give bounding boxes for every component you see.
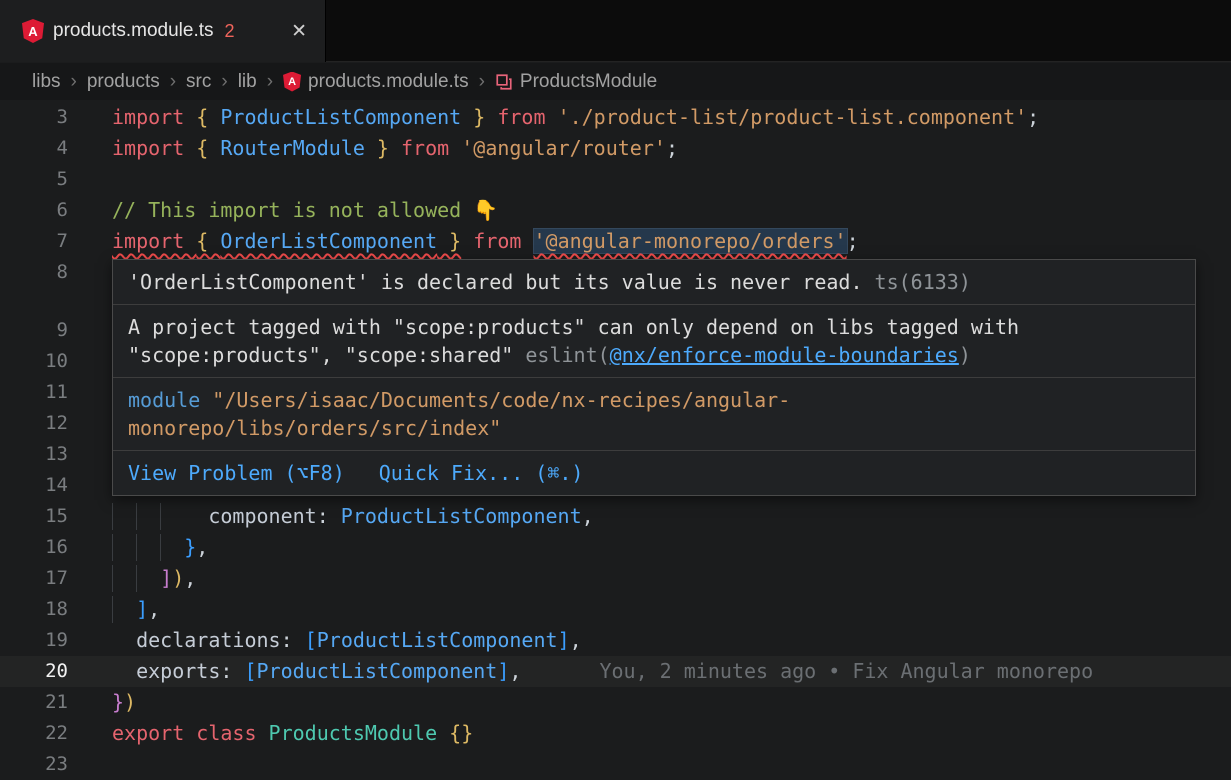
indent-guide: [112, 596, 113, 623]
code-line[interactable]: import { ProductListComponent } from './…: [112, 102, 1231, 133]
angular-icon: A: [283, 72, 301, 92]
hover-message-row: 'OrderListComponent' is declared but its…: [113, 260, 1195, 305]
angular-icon: A: [22, 19, 44, 43]
class-symbol-icon: [495, 73, 513, 91]
tab-problem-count-badge: 2: [225, 21, 235, 42]
chevron-right-icon: ›: [71, 71, 77, 93]
indent-guide: [112, 534, 113, 561]
code-line[interactable]: exports: [ProductListComponent],You, 2 m…: [112, 656, 1231, 687]
code-line[interactable]: import { OrderListComponent } from '@ang…: [112, 226, 1231, 257]
code-line[interactable]: declarations: [ProductListComponent],: [112, 625, 1231, 656]
tab-products-module[interactable]: A products.module.ts 2 ✕: [0, 0, 326, 62]
breadcrumb-item-lib[interactable]: lib: [238, 71, 257, 93]
hover-message-row: A project tagged with "scope:products" c…: [113, 305, 1195, 378]
hover-text: ): [959, 343, 971, 367]
hover-text: "/Users/isaac/Documents/code/nx-recipes/…: [212, 388, 790, 412]
breadcrumb-label: ProductsModule: [520, 71, 657, 93]
eslint-rule-link[interactable]: @nx/enforce-module-boundaries: [610, 343, 959, 367]
breadcrumb-item-file[interactable]: A products.module.ts: [283, 71, 469, 93]
editor[interactable]: 34567891011121314151617181920212223 impo…: [0, 100, 1231, 780]
breadcrumb-item-src[interactable]: src: [186, 71, 211, 93]
hover-actions: View Problem (⌥F8) Quick Fix... (⌘.): [113, 451, 1195, 495]
code-line[interactable]: ]),: [112, 563, 1231, 594]
indent-guide: [160, 534, 161, 561]
code-line[interactable]: import { RouterModule } from '@angular/r…: [112, 133, 1231, 164]
view-problem-action[interactable]: View Problem (⌥F8): [128, 459, 345, 487]
error-hover-widget: 'OrderListComponent' is declared but its…: [112, 259, 1196, 496]
indent-guide: [136, 534, 137, 561]
tab-title: products.module.ts: [53, 20, 214, 42]
hover-text: monorepo/libs/orders/src/index": [128, 416, 501, 440]
breadcrumb-label: src: [186, 71, 211, 93]
git-blame-annotation: You, 2 minutes ago • Fix Angular monorep…: [599, 659, 1093, 683]
breadcrumb-label: products: [87, 71, 160, 93]
indent-guide: [136, 503, 137, 530]
hover-text: 'OrderListComponent' is declared but its…: [128, 270, 863, 294]
code-line[interactable]: ],: [112, 594, 1231, 625]
tab-bar: A products.module.ts 2 ✕: [0, 0, 1231, 62]
indent-guide: [160, 503, 161, 530]
hover-text: A project tagged with "scope:products" c…: [128, 315, 1019, 339]
code-line[interactable]: // This import is not allowed 👇: [112, 195, 1231, 226]
hover-text: eslint(: [525, 343, 609, 367]
close-icon[interactable]: ✕: [291, 20, 307, 43]
code-line[interactable]: component: ProductListComponent,: [112, 501, 1231, 532]
indent-guide: [136, 565, 137, 592]
hover-text: ts(6133): [863, 270, 971, 294]
hover-text: "scope:products", "scope:shared": [128, 343, 525, 367]
breadcrumb-label: libs: [32, 71, 61, 93]
breadcrumb-label: lib: [238, 71, 257, 93]
indent-guide: [112, 565, 113, 592]
chevron-right-icon: ›: [267, 71, 273, 93]
chevron-right-icon: ›: [170, 71, 176, 93]
breadcrumb-item-libs[interactable]: libs: [32, 71, 61, 93]
chevron-right-icon: ›: [479, 71, 485, 93]
breadcrumb-label: products.module.ts: [308, 71, 469, 93]
hover-text: module: [128, 388, 212, 412]
hover-message-row: module "/Users/isaac/Documents/code/nx-r…: [113, 378, 1195, 451]
quick-fix-action[interactable]: Quick Fix... (⌘.): [379, 459, 584, 487]
chevron-right-icon: ›: [221, 71, 227, 93]
code-line[interactable]: },: [112, 532, 1231, 563]
indent-guide: [112, 503, 113, 530]
code-line[interactable]: export class ProductsModule {}: [112, 718, 1231, 749]
hover-rows: 'OrderListComponent' is declared but its…: [113, 260, 1195, 451]
breadcrumb-item-products[interactable]: products: [87, 71, 160, 93]
breadcrumb: libs › products › src › lib › A products…: [0, 63, 1231, 100]
breadcrumb-item-symbol[interactable]: ProductsModule: [495, 71, 657, 93]
code-line[interactable]: }): [112, 687, 1231, 718]
